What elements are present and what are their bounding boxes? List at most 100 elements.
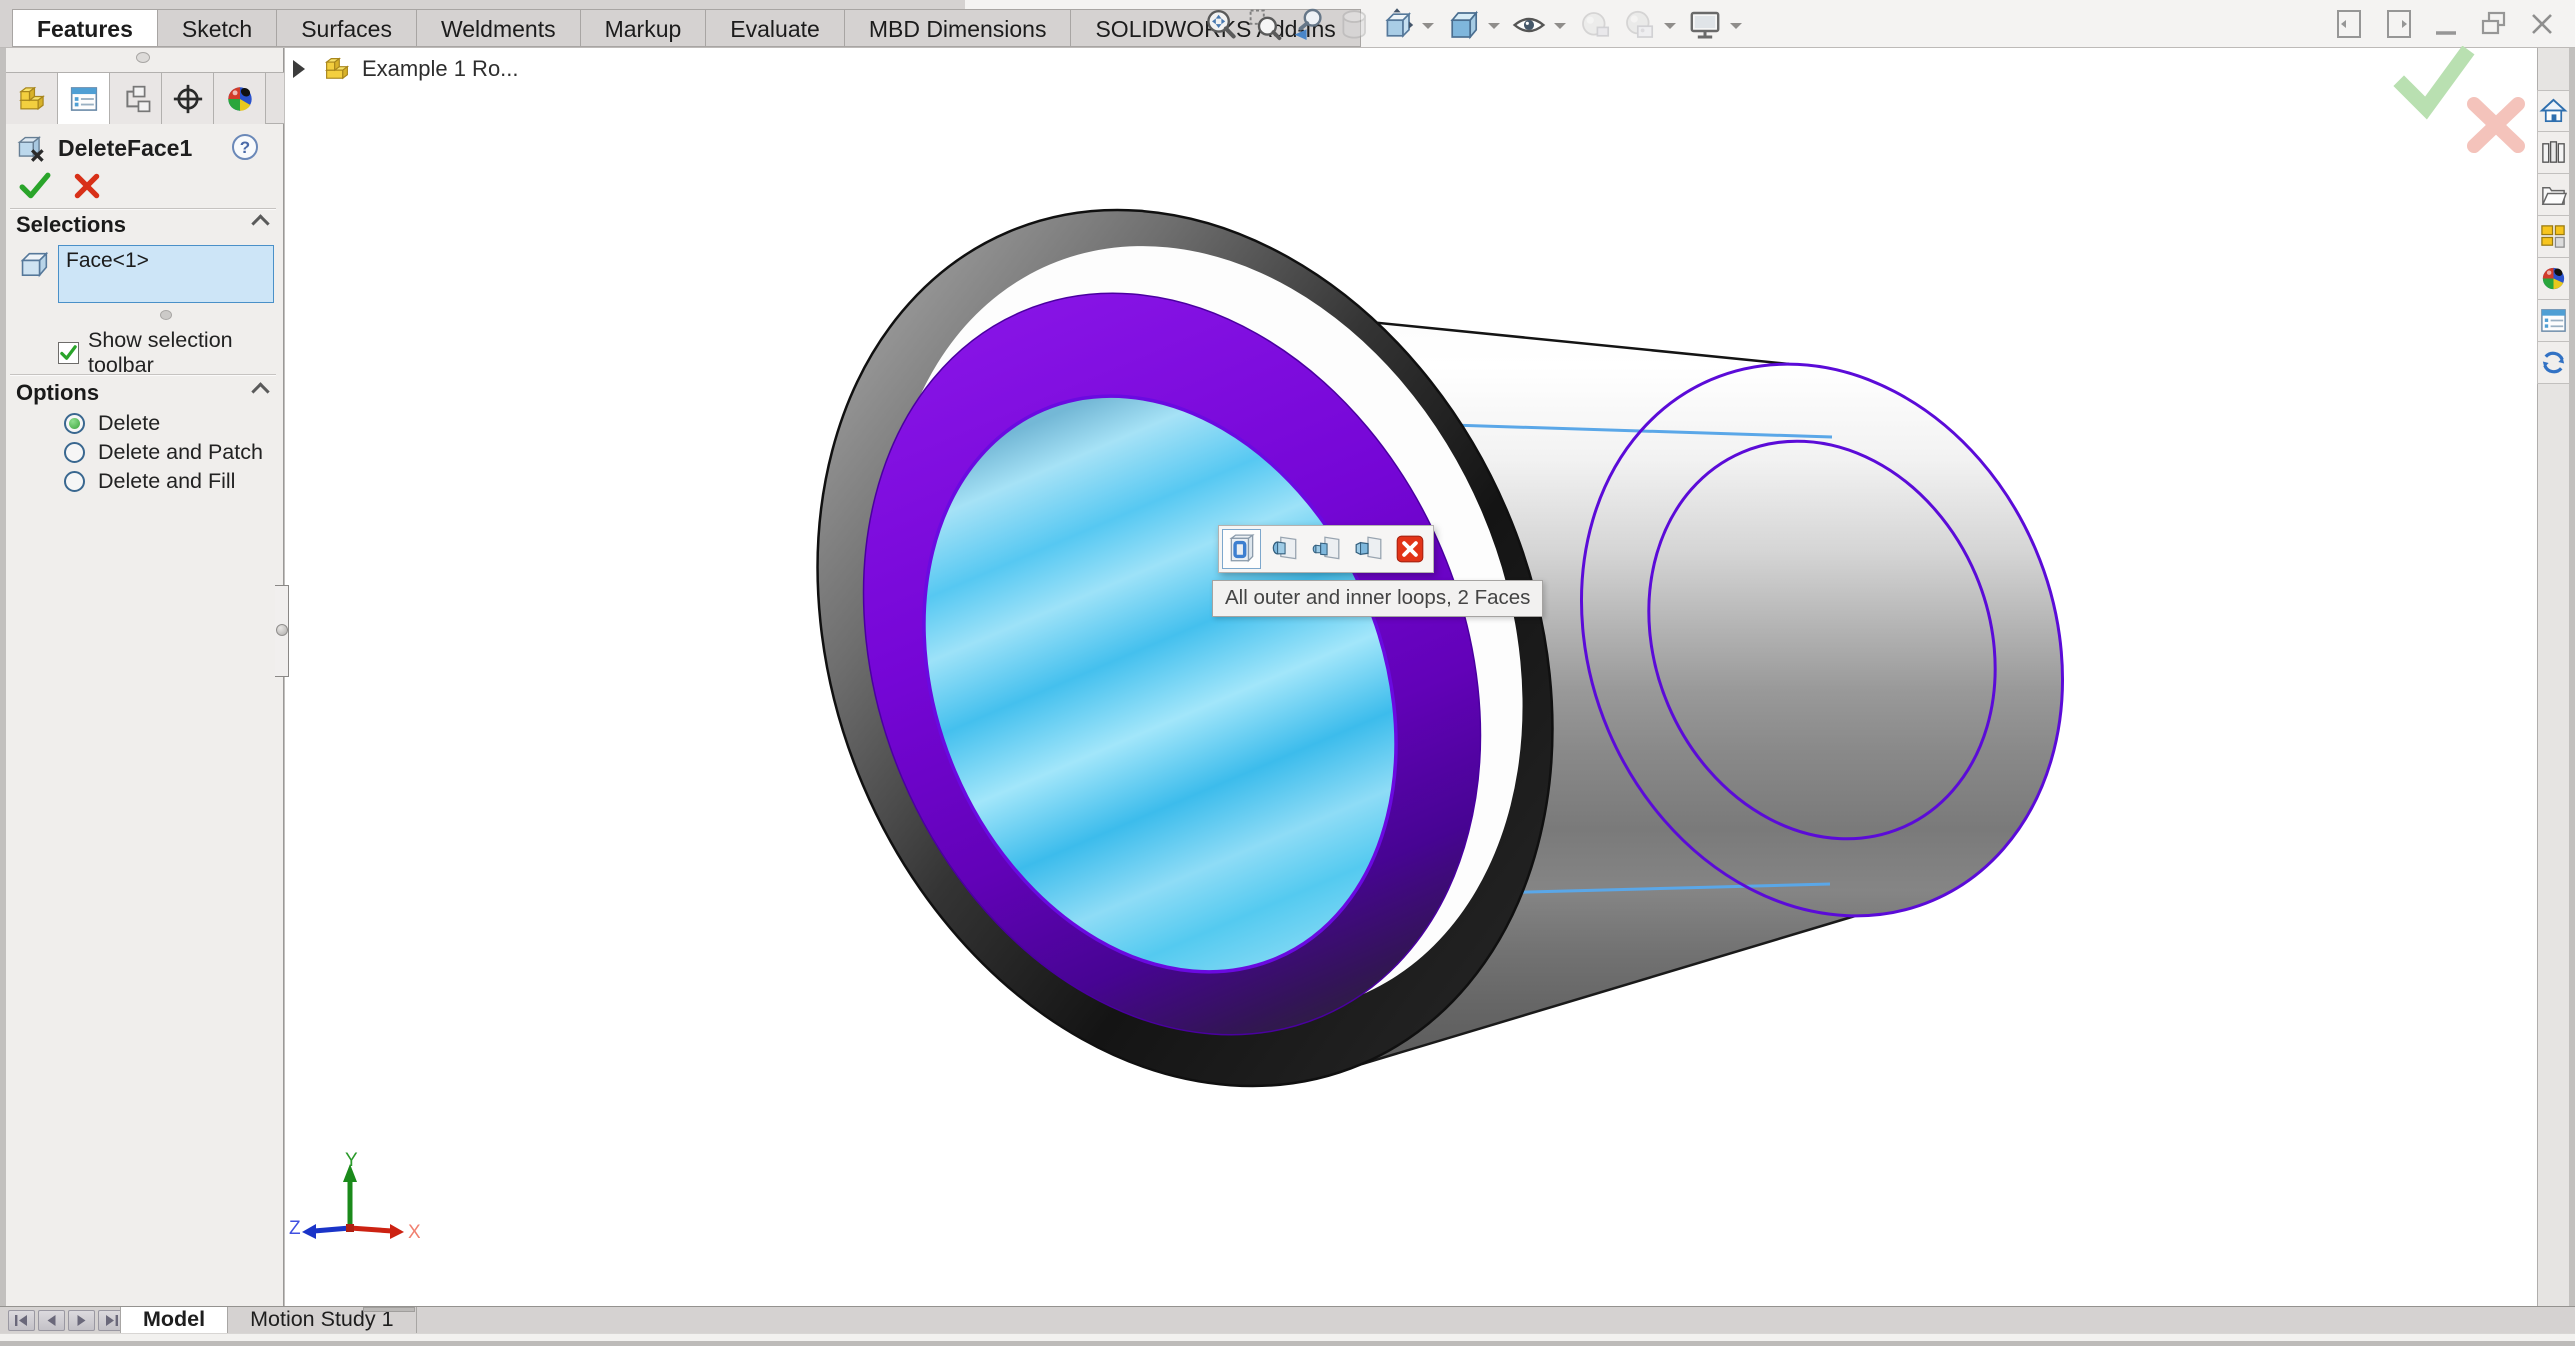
svg-text:Z: Z (289, 1218, 301, 1239)
pane-right-icon[interactable] (2381, 7, 2415, 41)
feature-tree-flyout[interactable]: Example 1 Ro... (293, 54, 519, 84)
view-settings-icon[interactable] (1684, 4, 1726, 46)
sheet-navigation (8, 1310, 125, 1331)
next-tab-icon[interactable] (68, 1310, 95, 1331)
checkbox-label: Show selection toolbar (88, 328, 233, 377)
bottom-tab-bar: Model Motion Study 1 (0, 1306, 2575, 1333)
display-style-dropdown[interactable] (1488, 23, 1500, 35)
tab-markup[interactable]: Markup (580, 9, 707, 47)
hide-show-dropdown[interactable] (1554, 23, 1566, 35)
radio-delete[interactable] (64, 412, 85, 434)
radio-row-delete-fill: Delete and Fill (64, 468, 235, 494)
confirmation-cancel-icon[interactable] (2464, 96, 2528, 154)
view-orientation-dropdown[interactable] (1422, 23, 1434, 35)
expand-arrow-icon[interactable] (293, 60, 314, 78)
selection-box-resize-handle[interactable] (160, 310, 172, 320)
svg-text:?: ? (240, 138, 250, 157)
edit-appearance-icon[interactable] (1574, 4, 1616, 46)
coordinate-triad: Y X Z (289, 1152, 420, 1243)
property-manager-tab[interactable] (58, 73, 110, 124)
heads-up-view-toolbar (1200, 4, 1748, 46)
section-view-icon[interactable] (1332, 4, 1374, 46)
divider (10, 374, 276, 376)
display-manager-tab[interactable] (214, 73, 266, 124)
divider (10, 208, 276, 210)
tab-features[interactable]: Features (12, 9, 158, 47)
radio-delete-and-patch[interactable] (64, 441, 85, 463)
radio-label: Delete and Fill (98, 468, 236, 493)
pane-left-icon[interactable] (2333, 7, 2367, 41)
delete-face-icon (17, 136, 44, 162)
help-icon[interactable]: ? (230, 132, 260, 162)
dimxpert-manager-tab[interactable] (162, 73, 214, 124)
custom-properties-icon[interactable] (2537, 300, 2570, 342)
view-orientation-icon[interactable] (1376, 4, 1418, 46)
checkmark-icon (60, 344, 77, 360)
appearances-scenes-icon[interactable] (2537, 258, 2570, 300)
show-selection-toolbar-checkbox[interactable] (58, 342, 79, 364)
restore-icon[interactable] (2477, 7, 2511, 41)
x-axis-arrow (390, 1224, 404, 1239)
selections-collapse-chevron[interactable] (251, 214, 270, 233)
file-explorer-icon[interactable] (2537, 174, 2570, 216)
selection-item[interactable]: Face<1> (66, 249, 266, 273)
panel-splitter[interactable] (275, 585, 289, 677)
radio-row-delete: Delete (64, 410, 160, 436)
radio-label: Delete (98, 410, 161, 435)
face-option-3-icon[interactable] (1348, 529, 1387, 569)
selection-toolbar-popup (1218, 525, 1434, 573)
task-pane-icons (2537, 90, 2570, 384)
face-option-1-icon[interactable] (1264, 529, 1303, 569)
all-outer-inner-loops-icon[interactable] (1222, 529, 1261, 569)
panel-collapse-handle[interactable] (136, 52, 150, 63)
zoom-to-area-icon[interactable] (1244, 4, 1286, 46)
minimize-icon[interactable] (2429, 7, 2463, 41)
face-icon (18, 248, 52, 282)
configuration-manager-tab[interactable] (110, 73, 162, 124)
status-bar (0, 1333, 2575, 1341)
command-manager-bar: Features Sketch Surfaces Weldments Marku… (0, 0, 2575, 48)
radio-row-delete-patch: Delete and Patch (64, 439, 263, 465)
model-tab[interactable]: Model (120, 1307, 229, 1333)
radio-label: Delete and Patch (98, 439, 263, 464)
tab-sketch[interactable]: Sketch (157, 9, 278, 47)
options-header[interactable]: Options (16, 380, 99, 406)
command-tabs: Features Sketch Surfaces Weldments Marku… (12, 9, 1361, 47)
page-title: DeleteFace1 (58, 134, 193, 161)
design-library-icon[interactable] (2537, 132, 2570, 174)
tab-surfaces[interactable]: Surfaces (277, 9, 417, 47)
cancel-selection-icon[interactable] (1390, 529, 1429, 569)
view-settings-dropdown[interactable] (1730, 23, 1742, 35)
selection-list[interactable]: Face<1> (58, 245, 274, 303)
feature-manager-tab[interactable] (6, 73, 58, 124)
hide-show-items-icon[interactable] (1508, 4, 1550, 46)
cancel-button[interactable] (70, 170, 104, 202)
apply-scene-icon[interactable] (1618, 4, 1660, 46)
apply-scene-dropdown[interactable] (1664, 23, 1676, 35)
graphics-viewport[interactable] (285, 48, 2537, 1306)
tab-bar-splitter[interactable] (363, 1307, 415, 1312)
home-icon[interactable] (2537, 90, 2570, 132)
view-palette-icon[interactable] (2537, 216, 2570, 258)
display-style-icon[interactable] (1442, 4, 1484, 46)
ok-button[interactable] (18, 170, 52, 202)
close-icon[interactable] (2525, 7, 2559, 41)
property-manager-panel: DeleteFace1 ? Selections Face<1> Show se… (6, 48, 284, 1306)
window-controls (2333, 7, 2559, 41)
previous-tab-icon[interactable] (38, 1310, 65, 1331)
confirm-buttons (18, 170, 104, 202)
zoom-to-fit-icon[interactable] (1200, 4, 1242, 46)
options-collapse-chevron[interactable] (251, 382, 270, 401)
tab-evaluate[interactable]: Evaluate (706, 9, 845, 47)
previous-view-icon[interactable] (1288, 4, 1330, 46)
tab-mbd-dimensions[interactable]: MBD Dimensions (844, 9, 1072, 47)
tab-weldments[interactable]: Weldments (416, 9, 581, 47)
solidworks-resources-icon[interactable] (2537, 342, 2570, 384)
window-bottom-edge (0, 1341, 2575, 1346)
part-name-label: Example 1 Ro... (362, 56, 519, 81)
first-tab-icon[interactable] (8, 1310, 35, 1331)
face-option-2-icon[interactable] (1306, 529, 1345, 569)
selections-header[interactable]: Selections (16, 212, 126, 238)
radio-delete-and-fill[interactable] (64, 470, 85, 492)
part-icon (324, 57, 350, 80)
